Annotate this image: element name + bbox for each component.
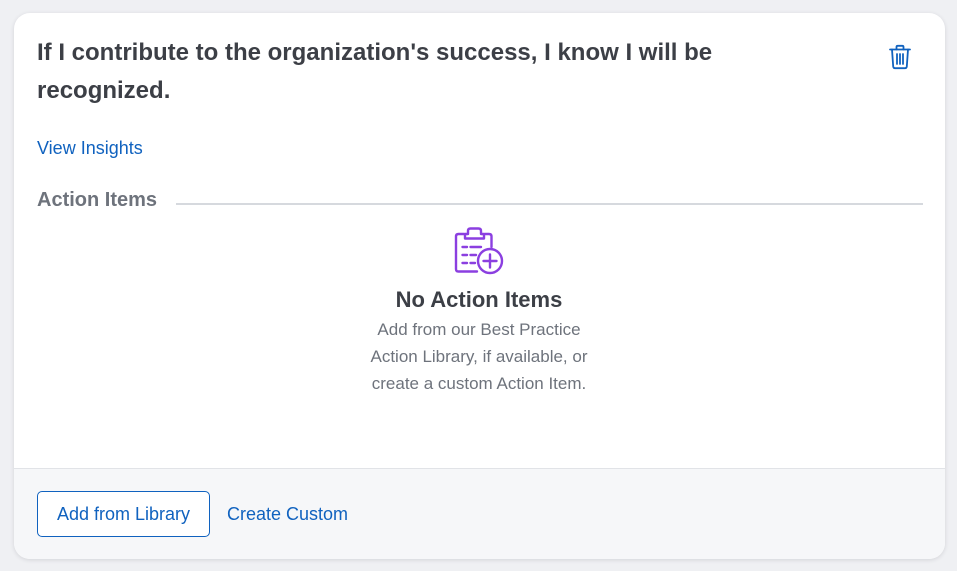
- view-insights-link[interactable]: View Insights: [37, 136, 143, 160]
- action-items-heading: Action Items: [37, 189, 158, 211]
- empty-state-title: No Action Items: [395, 287, 563, 312]
- card-footer: Add from Library Create Custom: [14, 468, 945, 559]
- empty-state-description: Add from our Best Practice Action Librar…: [370, 320, 588, 393]
- question-title: If I contribute to the organization's su…: [37, 39, 713, 104]
- action-plan-card: If I contribute to the organization's su…: [14, 13, 945, 559]
- clipboard-add-icon: [454, 227, 506, 277]
- trash-icon[interactable]: [888, 44, 912, 70]
- add-from-library-button[interactable]: Add from Library: [37, 491, 210, 537]
- section-divider: [176, 203, 923, 205]
- create-custom-button[interactable]: Create Custom: [227, 491, 348, 537]
